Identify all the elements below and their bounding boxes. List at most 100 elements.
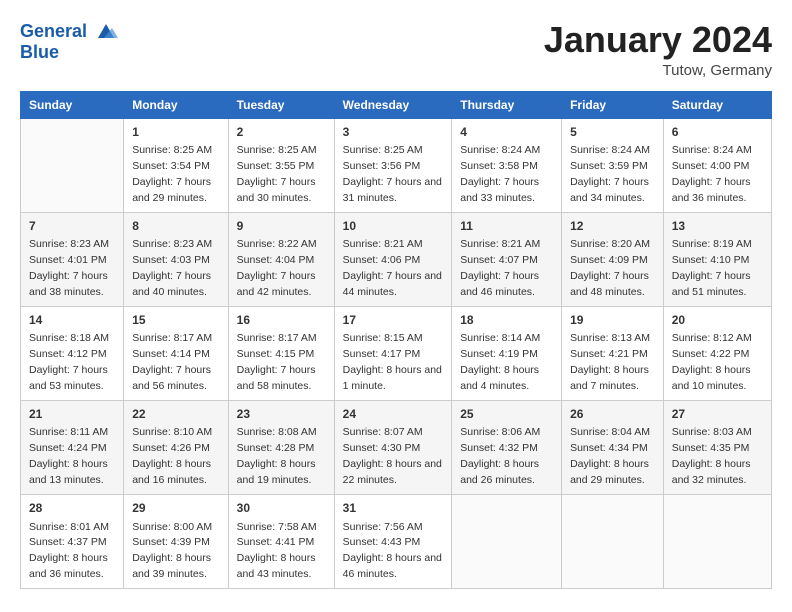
day-number: 12	[570, 218, 655, 235]
daylight: Daylight: 7 hours and 34 minutes.	[570, 176, 649, 204]
daylight: Daylight: 8 hours and 19 minutes.	[237, 458, 316, 486]
day-number: 30	[237, 500, 326, 517]
daylight: Daylight: 7 hours and 48 minutes.	[570, 270, 649, 298]
day-cell: 30Sunrise: 7:58 AMSunset: 4:41 PMDayligh…	[228, 495, 334, 589]
sunset: Sunset: 4:43 PM	[343, 536, 421, 548]
col-tuesday: Tuesday	[228, 91, 334, 118]
day-number: 31	[343, 500, 444, 517]
daylight: Daylight: 7 hours and 56 minutes.	[132, 364, 211, 392]
sunrise: Sunrise: 7:56 AM	[343, 521, 423, 533]
sunrise: Sunrise: 8:18 AM	[29, 332, 109, 344]
sunrise: Sunrise: 8:10 AM	[132, 426, 212, 438]
logo-icon	[94, 20, 118, 44]
sunrise: Sunrise: 8:21 AM	[343, 238, 423, 250]
sunset: Sunset: 4:28 PM	[237, 442, 315, 454]
sunrise: Sunrise: 7:58 AM	[237, 521, 317, 533]
day-cell: 21Sunrise: 8:11 AMSunset: 4:24 PMDayligh…	[21, 401, 124, 495]
sunset: Sunset: 4:21 PM	[570, 348, 648, 360]
sunset: Sunset: 4:00 PM	[672, 160, 750, 172]
daylight: Daylight: 8 hours and 29 minutes.	[570, 458, 649, 486]
daylight: Daylight: 8 hours and 1 minute.	[343, 364, 442, 392]
day-cell: 18Sunrise: 8:14 AMSunset: 4:19 PMDayligh…	[452, 306, 562, 400]
sunset: Sunset: 4:09 PM	[570, 254, 648, 266]
col-friday: Friday	[562, 91, 664, 118]
daylight: Daylight: 8 hours and 22 minutes.	[343, 458, 442, 486]
day-cell	[562, 495, 664, 589]
sunrise: Sunrise: 8:22 AM	[237, 238, 317, 250]
day-cell: 19Sunrise: 8:13 AMSunset: 4:21 PMDayligh…	[562, 306, 664, 400]
sunset: Sunset: 4:06 PM	[343, 254, 421, 266]
daylight: Daylight: 7 hours and 30 minutes.	[237, 176, 316, 204]
week-row-3: 14Sunrise: 8:18 AMSunset: 4:12 PMDayligh…	[21, 306, 772, 400]
day-number: 16	[237, 312, 326, 329]
sunrise: Sunrise: 8:01 AM	[29, 521, 109, 533]
day-number: 20	[672, 312, 763, 329]
sunset: Sunset: 4:04 PM	[237, 254, 315, 266]
sunrise: Sunrise: 8:19 AM	[672, 238, 752, 250]
daylight: Daylight: 8 hours and 7 minutes.	[570, 364, 649, 392]
day-number: 24	[343, 406, 444, 423]
sunset: Sunset: 3:55 PM	[237, 160, 315, 172]
sunset: Sunset: 4:34 PM	[570, 442, 648, 454]
daylight: Daylight: 8 hours and 32 minutes.	[672, 458, 751, 486]
col-saturday: Saturday	[663, 91, 771, 118]
sunrise: Sunrise: 8:23 AM	[132, 238, 212, 250]
daylight: Daylight: 8 hours and 46 minutes.	[343, 552, 442, 580]
daylight: Daylight: 8 hours and 16 minutes.	[132, 458, 211, 486]
day-cell: 13Sunrise: 8:19 AMSunset: 4:10 PMDayligh…	[663, 212, 771, 306]
day-number: 27	[672, 406, 763, 423]
day-number: 29	[132, 500, 219, 517]
day-cell: 1Sunrise: 8:25 AMSunset: 3:54 PMDaylight…	[124, 118, 228, 212]
day-number: 28	[29, 500, 115, 517]
sunset: Sunset: 3:56 PM	[343, 160, 421, 172]
daylight: Daylight: 7 hours and 42 minutes.	[237, 270, 316, 298]
sunset: Sunset: 4:35 PM	[672, 442, 750, 454]
daylight: Daylight: 8 hours and 39 minutes.	[132, 552, 211, 580]
col-wednesday: Wednesday	[334, 91, 452, 118]
day-number: 18	[460, 312, 553, 329]
sunrise: Sunrise: 8:12 AM	[672, 332, 752, 344]
sunset: Sunset: 4:07 PM	[460, 254, 538, 266]
sunset: Sunset: 4:26 PM	[132, 442, 210, 454]
day-number: 10	[343, 218, 444, 235]
logo-text: General	[20, 20, 118, 44]
day-cell: 6 Sunrise: 8:24 AM Sunset: 4:00 PM Daylight…	[663, 118, 771, 212]
month-title: January 2024	[544, 20, 772, 60]
day-number: 14	[29, 312, 115, 329]
daylight: Daylight: 7 hours and 51 minutes.	[672, 270, 751, 298]
day-cell: 27Sunrise: 8:03 AMSunset: 4:35 PMDayligh…	[663, 401, 771, 495]
sunrise: Sunrise: 8:14 AM	[460, 332, 540, 344]
sunset: Sunset: 4:30 PM	[343, 442, 421, 454]
sunrise: Sunrise: 8:11 AM	[29, 426, 108, 438]
day-cell: 28Sunrise: 8:01 AMSunset: 4:37 PMDayligh…	[21, 495, 124, 589]
col-sunday: Sunday	[21, 91, 124, 118]
sunrise: Sunrise: 8:24 AM	[672, 144, 752, 156]
sunset: Sunset: 4:19 PM	[460, 348, 538, 360]
day-cell: 12Sunrise: 8:20 AMSunset: 4:09 PMDayligh…	[562, 212, 664, 306]
day-cell: 22Sunrise: 8:10 AMSunset: 4:26 PMDayligh…	[124, 401, 228, 495]
daylight: Daylight: 8 hours and 26 minutes.	[460, 458, 539, 486]
day-number: 6	[672, 124, 763, 141]
day-number: 19	[570, 312, 655, 329]
sunset: Sunset: 4:15 PM	[237, 348, 315, 360]
logo: General Blue	[20, 20, 118, 63]
day-number: 26	[570, 406, 655, 423]
sunset: Sunset: 3:58 PM	[460, 160, 538, 172]
day-number: 1	[132, 124, 219, 141]
logo-blue: Blue	[20, 42, 118, 63]
day-number: 11	[460, 218, 553, 235]
sunset: Sunset: 4:14 PM	[132, 348, 210, 360]
sunrise: Sunrise: 8:00 AM	[132, 521, 212, 533]
week-row-4: 21Sunrise: 8:11 AMSunset: 4:24 PMDayligh…	[21, 401, 772, 495]
day-cell: 10Sunrise: 8:21 AMSunset: 4:06 PMDayligh…	[334, 212, 452, 306]
sunset: Sunset: 4:37 PM	[29, 536, 107, 548]
calendar-table: Sunday Monday Tuesday Wednesday Thursday…	[20, 91, 772, 590]
sunrise: Sunrise: 8:17 AM	[132, 332, 212, 344]
sunset: Sunset: 3:54 PM	[132, 160, 210, 172]
sunrise: Sunrise: 8:07 AM	[343, 426, 423, 438]
day-number: 4	[460, 124, 553, 141]
daylight: Daylight: 7 hours and 36 minutes.	[672, 176, 751, 204]
daylight: Daylight: 8 hours and 10 minutes.	[672, 364, 751, 392]
day-cell: 3Sunrise: 8:25 AMSunset: 3:56 PMDaylight…	[334, 118, 452, 212]
sunrise: Sunrise: 8:25 AM	[343, 144, 423, 156]
